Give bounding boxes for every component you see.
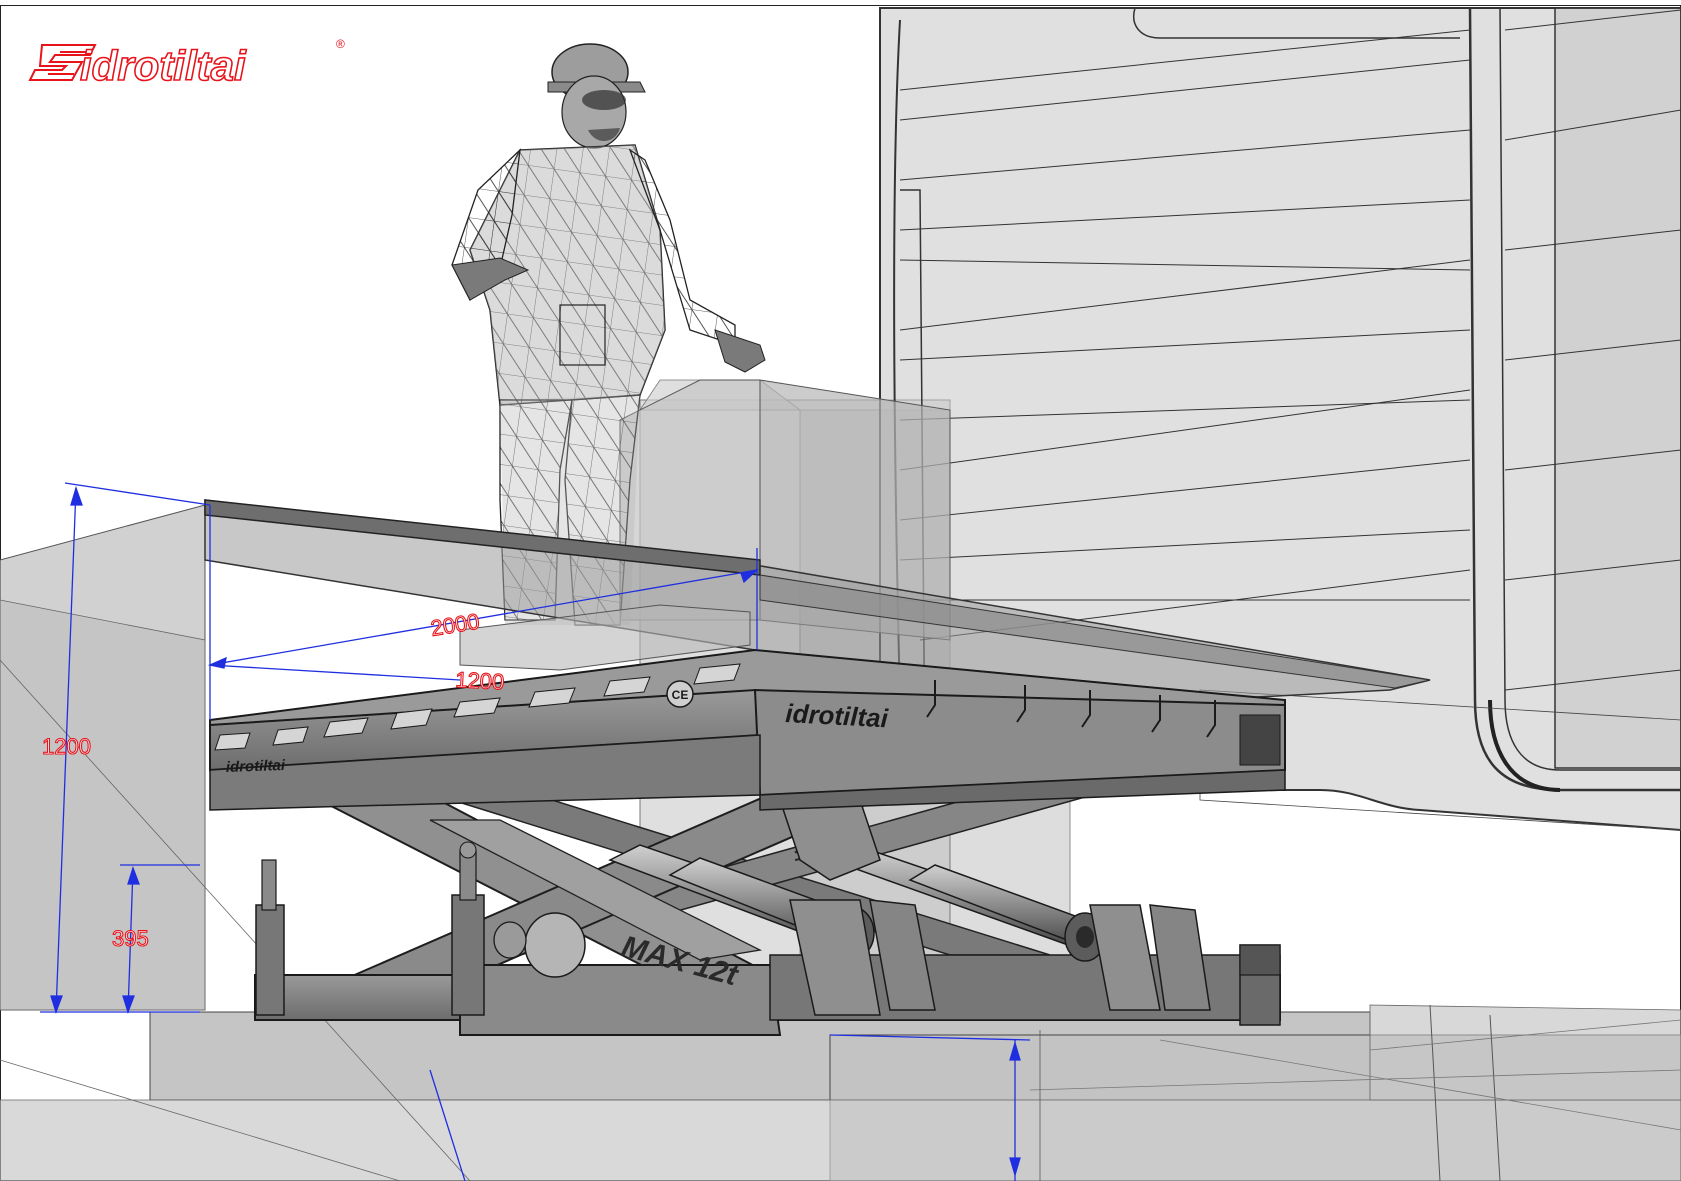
scissor-lift: MAX 12t	[254, 789, 1281, 1036]
logo-text: idrotiltai	[80, 42, 247, 89]
diagram-canvas: MAX 12t CE idrotiltai idrotiltai 1200 39…	[0, 5, 1681, 1181]
ce-mark-text: CE	[672, 688, 689, 702]
dim-platform-width: 1200	[455, 667, 505, 695]
idrotiltai-logo: idrotiltai ®	[28, 37, 345, 90]
motor-disc	[524, 912, 586, 978]
lift-table-diagram: MAX 12t CE idrotiltai idrotiltai 1200 39…	[0, 0, 1681, 1181]
dim-height-closed: 395	[112, 926, 149, 951]
logo-registered: ®	[336, 37, 345, 51]
platform-brand-label: idrotiltai	[785, 698, 890, 733]
dim-height-total: 1200	[42, 734, 91, 759]
platform-brand-small: idrotiltai	[226, 757, 287, 776]
